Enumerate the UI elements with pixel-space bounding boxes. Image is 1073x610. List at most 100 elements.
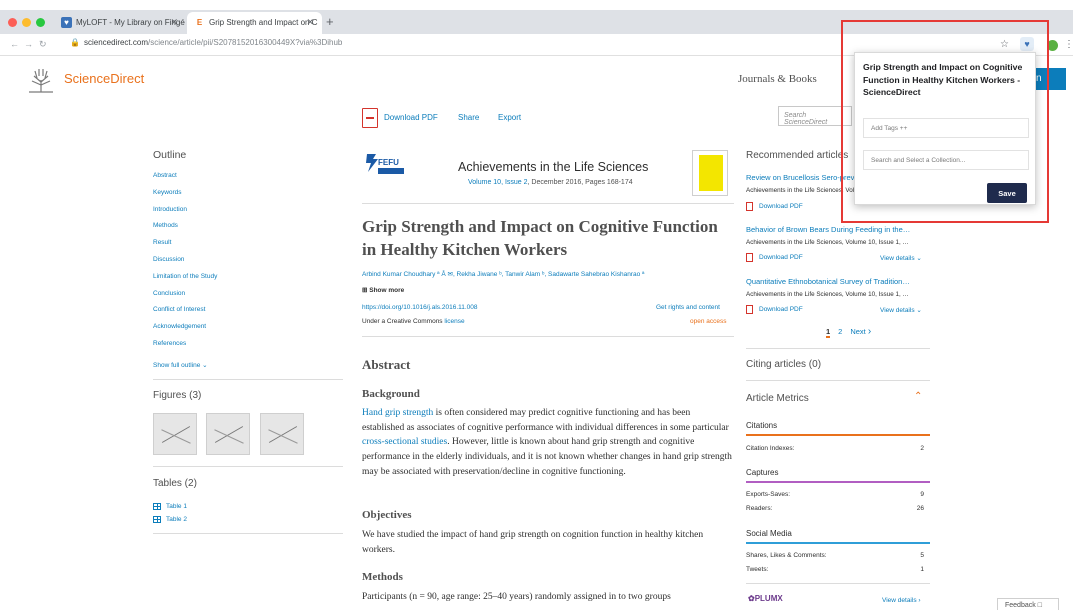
figure-thumbnail-1[interactable] bbox=[153, 413, 197, 455]
table-link-2[interactable]: Table 2 bbox=[153, 516, 187, 523]
export-button[interactable]: Export bbox=[498, 113, 521, 122]
get-rights-link[interactable]: Get rights and content bbox=[656, 304, 720, 311]
tables-title: Tables (2) bbox=[153, 478, 197, 489]
chevron-down-icon: ⌄ bbox=[916, 307, 922, 314]
page-1-button[interactable]: 1 bbox=[826, 327, 831, 338]
outline-item[interactable]: Abstract bbox=[153, 172, 217, 189]
citing-articles-title[interactable]: Citing articles (0) bbox=[746, 359, 821, 370]
view-details-link[interactable]: View details ⌄ bbox=[880, 306, 922, 314]
metric-group-captures: Captures bbox=[746, 468, 779, 477]
download-pdf-button[interactable]: Download PDF bbox=[384, 113, 438, 122]
methods-heading: Methods bbox=[362, 571, 403, 583]
journals-books-link[interactable]: Journals & Books bbox=[738, 73, 817, 85]
browser-tab-myloft[interactable]: ♥ MyLOFT - My Library on Fingé ✕ bbox=[54, 12, 186, 34]
metric-row: Tweets: 1 bbox=[746, 566, 924, 573]
pdf-icon bbox=[746, 305, 753, 314]
plumx-view-details-link[interactable]: View details › bbox=[882, 597, 921, 604]
recommended-download-pdf[interactable]: Download PDF bbox=[746, 305, 803, 314]
journal-name-link[interactable]: Achievements in the Life Sciences bbox=[458, 160, 648, 174]
tab-title: MyLOFT - My Library on Fingé bbox=[76, 18, 185, 27]
chrome-menu-icon[interactable]: ⋮ bbox=[1064, 39, 1073, 50]
recommended-articles-title: Recommended articles bbox=[746, 150, 849, 161]
download-pdf-label: Download PDF bbox=[759, 203, 803, 211]
page-2-button[interactable]: 2 bbox=[838, 327, 842, 336]
close-tab-icon[interactable]: ✕ bbox=[306, 17, 314, 28]
recommended-article-source: Achievements in the Life Sciences, Volum… bbox=[746, 239, 909, 246]
doi-link[interactable]: https://doi.org/10.1016/j.als.2016.11.00… bbox=[362, 304, 478, 311]
outline-item[interactable]: Keywords bbox=[153, 189, 217, 206]
outline-item[interactable]: Methods bbox=[153, 222, 217, 239]
hand-grip-strength-link[interactable]: Hand grip strength bbox=[362, 408, 433, 418]
social-media-bar bbox=[746, 542, 930, 544]
next-label: Next bbox=[850, 327, 866, 336]
recommended-download-pdf[interactable]: Download PDF bbox=[746, 253, 803, 262]
metric-label: Shares, Likes & Comments: bbox=[746, 552, 827, 559]
back-arrow-icon[interactable]: ← bbox=[10, 39, 19, 49]
view-details-link[interactable]: View details ⌄ bbox=[880, 254, 922, 262]
outline-title: Outline bbox=[153, 149, 187, 161]
outline-item[interactable]: Acknowledgement bbox=[153, 323, 217, 340]
sciencedirect-logo-text[interactable]: ScienceDirect bbox=[64, 71, 144, 86]
cover-artwork bbox=[699, 155, 723, 191]
plumx-logo[interactable]: ✿PLUMX bbox=[748, 594, 783, 603]
metric-label: Citation Indexes: bbox=[746, 445, 795, 452]
outline-item[interactable]: Conclusion bbox=[153, 290, 217, 307]
close-tab-icon[interactable]: ✕ bbox=[170, 17, 178, 28]
cross-sectional-studies-link[interactable]: cross-sectional studies bbox=[362, 437, 447, 447]
show-full-outline-link[interactable]: Show full outline ⌄ bbox=[153, 361, 208, 369]
metric-value: 1 bbox=[920, 566, 924, 573]
figure-thumbnail-2[interactable] bbox=[206, 413, 250, 455]
background-paragraph: Hand grip strength is often considered m… bbox=[362, 406, 734, 480]
new-tab-button[interactable]: + bbox=[326, 14, 334, 29]
publisher-logo[interactable]: FEFU bbox=[364, 150, 408, 180]
recommended-download-pdf[interactable]: Download PDF bbox=[746, 202, 803, 211]
minimize-window-button[interactable] bbox=[22, 18, 31, 27]
pdf-icon[interactable] bbox=[362, 108, 378, 128]
recommended-article-title[interactable]: Behavior of Brown Bears During Feeding i… bbox=[746, 225, 930, 234]
close-window-button[interactable] bbox=[8, 18, 17, 27]
share-button[interactable]: Share bbox=[458, 113, 479, 122]
open-access-badge: open access bbox=[690, 318, 727, 325]
outline-item[interactable]: Limitation of the Study bbox=[153, 273, 217, 290]
figure-thumbnail-3[interactable] bbox=[260, 413, 304, 455]
browser-tab-article[interactable]: E Grip Strength and Impact on C ✕ bbox=[187, 12, 322, 34]
divider bbox=[362, 336, 734, 337]
recommended-article-title[interactable]: Quantitative Ethnobotanical Survey of Tr… bbox=[746, 277, 930, 286]
feedback-label: Feedback bbox=[1005, 602, 1036, 609]
metric-value: 2 bbox=[920, 445, 924, 452]
outline-item[interactable]: Discussion bbox=[153, 256, 217, 273]
metric-group-citations: Citations bbox=[746, 421, 778, 430]
url-field[interactable]: 🔒 sciencedirect.com/science/article/pii/S… bbox=[70, 38, 920, 52]
chevron-down-icon: ⌄ bbox=[202, 362, 208, 369]
author-list[interactable]: Arbind Kumar Choudhary ª Å ✉, Rekha Jiwa… bbox=[362, 270, 644, 278]
chevron-up-icon[interactable]: ⌃ bbox=[914, 391, 922, 402]
divider bbox=[153, 379, 343, 380]
feedback-button[interactable]: Feedback □ bbox=[997, 598, 1059, 610]
maximize-window-button[interactable] bbox=[36, 18, 45, 27]
elsevier-tree-logo[interactable] bbox=[26, 66, 56, 94]
outline-item[interactable]: Introduction bbox=[153, 206, 217, 223]
publisher-logo-text: FEFU bbox=[378, 158, 399, 167]
outline-item[interactable]: References bbox=[153, 340, 217, 357]
plumx-label: PLUMX bbox=[754, 594, 783, 603]
journal-cover-image[interactable] bbox=[692, 150, 728, 196]
show-more-button[interactable]: ⊞ Show more bbox=[362, 286, 404, 294]
license-link[interactable]: license bbox=[444, 318, 464, 325]
metric-label: Readers: bbox=[746, 505, 773, 512]
methods-paragraph: Participants (n = 90, age range: 25–40 y… bbox=[362, 592, 671, 602]
elsevier-favicon-icon: E bbox=[194, 17, 205, 28]
table-label: Table 2 bbox=[166, 516, 187, 524]
recommended-article-source: Achievements in the Life Sciences, Volum… bbox=[746, 291, 909, 298]
next-page-button[interactable]: Next › bbox=[850, 326, 871, 337]
chevron-down-icon: ⌄ bbox=[916, 255, 922, 262]
reload-icon[interactable]: ↻ bbox=[39, 39, 47, 50]
divider bbox=[153, 533, 343, 534]
lock-icon: 🔒 bbox=[70, 38, 80, 47]
metric-label: Exports-Saves: bbox=[746, 491, 791, 498]
volume-link[interactable]: Volume 10, Issue 2 bbox=[468, 179, 528, 186]
forward-arrow-icon[interactable]: → bbox=[24, 39, 33, 49]
outline-item[interactable]: Conflict of Interest bbox=[153, 306, 217, 323]
table-link-1[interactable]: Table 1 bbox=[153, 503, 187, 510]
outline-item[interactable]: Result bbox=[153, 239, 217, 256]
myloft-favicon-icon: ♥ bbox=[61, 17, 72, 28]
